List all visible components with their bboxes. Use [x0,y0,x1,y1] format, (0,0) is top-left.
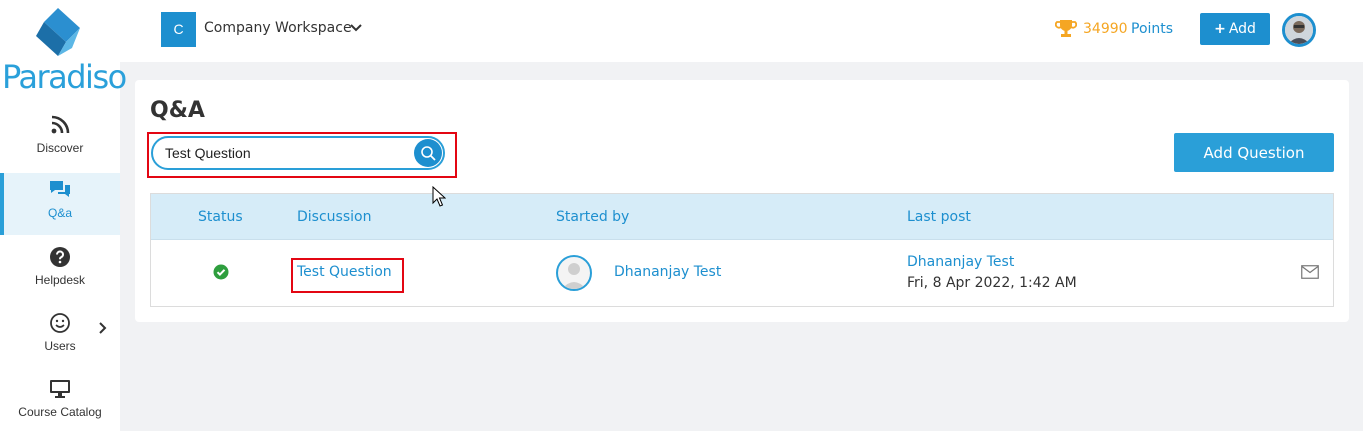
sidebar-item-discover[interactable]: Discover [0,108,120,170]
starter-avatar[interactable] [556,255,592,291]
mouse-cursor-icon [432,186,446,207]
paradiso-logo[interactable]: Paradiso [0,4,127,96]
envelope-icon[interactable] [1301,265,1319,279]
points-label[interactable]: Points [1131,21,1173,37]
add-question-button[interactable]: Add Question [1174,133,1334,172]
last-post-date: Fri, 8 Apr 2022, 1:42 AM [907,275,1077,291]
sidebar-item-qa[interactable]: Q&a [0,173,120,235]
user-avatar[interactable] [1282,13,1316,47]
table-row: Test Question Dhananjay Test Dhananjay T… [151,240,1333,306]
brand-name: Paradiso [2,58,127,96]
trophy-icon [1055,20,1077,37]
sidebar-item-label: Users [44,339,76,353]
top-header: C Company Workspace 34990 Points + Add [120,0,1363,62]
help-circle-icon [50,247,70,267]
monitor-icon [50,380,70,398]
add-button-label: Add [1228,21,1256,37]
sidebar-item-course-catalog[interactable]: Course Catalog [0,372,120,431]
search-icon [421,146,436,161]
search-button[interactable] [414,139,442,167]
add-button[interactable]: + Add [1200,13,1270,45]
column-header-last-post: Last post [907,209,971,225]
chevron-right-icon[interactable] [98,322,108,334]
workspace-name[interactable]: Company Workspace [204,20,352,36]
last-post-user-link[interactable]: Dhananjay Test [907,254,1014,270]
points-value: 34990 [1083,21,1128,37]
smiley-icon [50,313,70,333]
chat-icon [50,181,70,197]
table-header: Status Discussion Started by Last post [151,194,1333,240]
column-header-discussion: Discussion [297,209,372,225]
sidebar-item-label: Course Catalog [18,405,102,419]
rss-icon [51,115,70,134]
started-by-link[interactable]: Dhananjay Test [614,264,721,280]
default-user-icon [562,263,586,289]
column-header-status: Status [198,209,243,225]
search-input[interactable] [165,142,405,164]
discussion-link[interactable]: Test Question [297,264,392,280]
workspace-badge[interactable]: C [161,12,196,47]
sidebar-item-users[interactable]: Users [0,306,120,368]
profile-photo-icon [1285,16,1313,44]
plus-icon: + [1214,21,1226,37]
sidebar-item-helpdesk[interactable]: Helpdesk [0,240,120,302]
sidebar-item-label: Q&a [47,206,72,220]
page-title: Q&A [150,98,205,123]
column-header-started-by: Started by [556,209,630,225]
qa-table: Status Discussion Started by Last post T… [150,193,1334,307]
sidebar-item-label: Helpdesk [34,273,86,287]
qa-card: Q&A Add Question Status Discussion Start… [135,80,1349,322]
logo-mark-icon [36,8,80,56]
sidebar-item-label: Discover [36,141,84,155]
chevron-down-icon[interactable] [350,23,362,33]
check-circle-icon [213,264,229,280]
sidebar: Paradiso Discover Q&a Helpdesk Users Cou… [0,0,127,431]
search-field[interactable] [151,136,445,170]
